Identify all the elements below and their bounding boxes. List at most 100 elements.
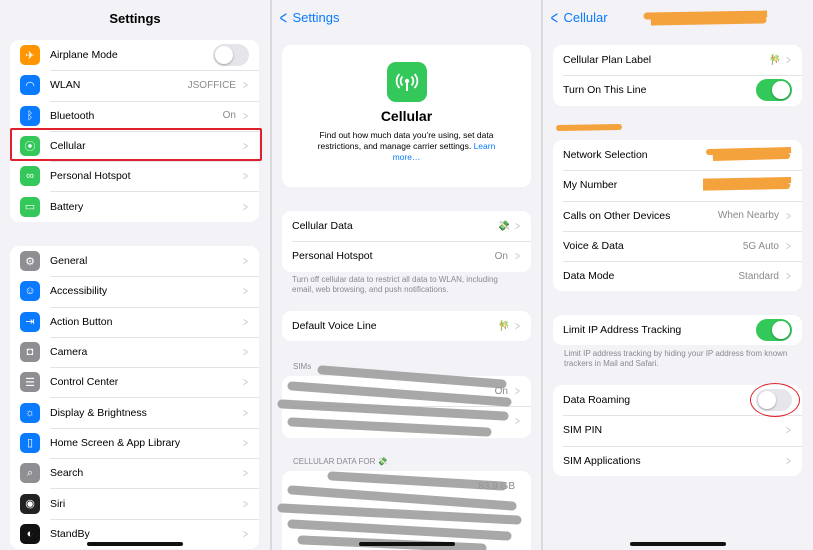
chevron-right-icon: >	[243, 405, 248, 420]
turn-on-line-label: Turn On This Line	[563, 84, 647, 97]
chevron-right-icon: >	[243, 345, 248, 360]
bluetooth-label: Bluetooth	[50, 109, 95, 122]
back-button[interactable]: < Settings	[278, 7, 340, 28]
chevron-right-icon: >	[786, 208, 791, 223]
chevron-right-icon: >	[243, 284, 248, 299]
roaming-highlight-circle	[750, 383, 800, 417]
airplane-label: Airplane Mode	[50, 49, 118, 62]
gear-icon: ⚙	[20, 251, 40, 272]
chevron-right-icon: >	[243, 199, 248, 214]
row-voice-data[interactable]: Voice & Data 5G Auto >	[553, 230, 802, 261]
turn-on-line-toggle[interactable]	[756, 79, 792, 102]
airplane-icon: ✈	[20, 45, 40, 66]
chevron-right-icon: >	[243, 254, 248, 269]
voice-data-label: Voice & Data	[563, 240, 624, 253]
chevron-right-icon: >	[243, 169, 248, 184]
settings-panel: Settings ✈ Airplane Mode ◠ WLAN JSOFFICE > ᛒ Bl…	[0, 0, 270, 550]
limit-ip-note: Limit IP address tracking by hiding your…	[564, 349, 788, 368]
general-group: ⚙ General > ☺ Accessibility > ⇥ Action Button > ◘…	[10, 246, 259, 549]
privacy-group: Limit IP Address Tracking	[553, 315, 802, 346]
camera-icon: ◘	[20, 342, 40, 363]
cellular-data-label: Cellular Data	[292, 220, 353, 233]
row-limit-ip-tracking[interactable]: Limit IP Address Tracking	[553, 315, 802, 345]
airplane-toggle[interactable]	[213, 44, 249, 67]
plan-group: Cellular Plan Label 🎋 > Turn On This Line	[553, 45, 802, 106]
chevron-right-icon: >	[243, 435, 248, 450]
row-airplane[interactable]: ✈ Airplane Mode	[10, 40, 259, 70]
row-calls-other-devices[interactable]: Calls on Other Devices When Nearby >	[553, 200, 802, 231]
row-battery[interactable]: ▭ Battery >	[10, 191, 259, 221]
action-button-label: Action Button	[50, 315, 113, 328]
settings-header: Settings	[0, 0, 270, 36]
row-siri[interactable]: ◉ Siri >	[10, 488, 259, 518]
chevron-right-icon: >	[515, 249, 520, 264]
row-hotspot[interactable]: ∞ Personal Hotspot >	[10, 161, 259, 191]
row-home-screen[interactable]: ▯ Home Screen & App Library >	[10, 427, 259, 458]
chevron-left-icon: <	[279, 7, 287, 28]
limit-ip-tracking-toggle[interactable]	[756, 319, 792, 342]
standby-label: StandBy	[50, 527, 90, 540]
phone-icon: ▯	[20, 432, 40, 453]
hero-title: Cellular	[380, 108, 433, 124]
default-voice-line-label: Default Voice Line	[292, 320, 377, 333]
row-control-center[interactable]: ☰ Control Center >	[10, 367, 259, 397]
row-sim-pin[interactable]: SIM PIN >	[553, 415, 802, 445]
row-sim-applications[interactable]: SIM Applications >	[553, 445, 802, 476]
row-wlan[interactable]: ◠ WLAN JSOFFICE >	[10, 70, 259, 100]
chevron-right-icon: >	[243, 108, 248, 123]
row-general[interactable]: ⚙ General >	[10, 246, 259, 276]
data-group: Cellular Data 💸 > Personal Hotspot On >	[282, 211, 531, 272]
voice-data-value: 5G Auto	[742, 240, 779, 252]
voice-line-group: Default Voice Line 🎋 >	[282, 311, 531, 342]
calls-other-devices-value: When Nearby	[717, 210, 779, 222]
chevron-right-icon: >	[243, 466, 248, 481]
link-icon: ∞	[20, 166, 40, 187]
action-icon: ⇥	[20, 311, 40, 332]
chevron-right-icon: >	[515, 319, 520, 334]
cellular-panel: < Settings Cellular Find out how much da…	[272, 0, 541, 550]
cellular-header: < Settings	[272, 0, 541, 36]
row-action-button[interactable]: ⇥ Action Button >	[10, 306, 259, 337]
carrier-emoji-icon: 🎋	[497, 320, 510, 332]
data-mode-label: Data Mode	[563, 270, 615, 283]
row-plan-label[interactable]: Cellular Plan Label 🎋 >	[553, 45, 802, 75]
sim-applications-label: SIM Applications	[563, 454, 641, 467]
accessibility-label: Accessibility	[50, 285, 108, 298]
standby-icon: ◐	[20, 523, 40, 544]
row-cellular-data[interactable]: Cellular Data 💸 >	[282, 211, 531, 241]
cellular-data-note: Turn off cellular data to restrict all d…	[292, 275, 498, 294]
search-label: Search	[50, 467, 84, 480]
search-icon: ⌕	[20, 463, 40, 484]
back-button[interactable]: < Cellular	[549, 9, 608, 27]
row-camera[interactable]: ◘ Camera >	[10, 336, 259, 367]
row-data-mode[interactable]: Data Mode Standard >	[553, 261, 802, 291]
wifi-icon: ◠	[20, 75, 40, 96]
row-turn-on-line[interactable]: Turn On This Line	[553, 75, 802, 105]
row-bluetooth[interactable]: ᛒ Bluetooth On >	[10, 100, 259, 131]
siri-icon: ◉	[20, 493, 40, 514]
siri-label: Siri	[50, 497, 66, 510]
redaction-scribble	[556, 124, 622, 131]
sim-pin-label: SIM PIN	[563, 424, 603, 437]
row-default-voice-line[interactable]: Default Voice Line 🎋 >	[282, 311, 531, 341]
camera-label: Camera	[50, 346, 88, 359]
cellular-highlight-box	[10, 128, 262, 161]
row-display[interactable]: ☼ Display & Brightness >	[10, 397, 259, 427]
chevron-right-icon: >	[786, 239, 791, 254]
switches-icon: ☰	[20, 372, 40, 393]
accessibility-icon: ☺	[20, 281, 40, 302]
home-screen-label: Home Screen & App Library	[50, 436, 181, 449]
sun-icon: ☼	[20, 402, 40, 423]
redaction-scribble	[703, 147, 792, 191]
hero-description: Find out how much data you’re using, set…	[317, 130, 496, 162]
chevron-right-icon: >	[243, 375, 248, 390]
personal-hotspot-value: On	[494, 250, 508, 262]
row-accessibility[interactable]: ☺ Accessibility >	[10, 276, 259, 306]
row-search[interactable]: ⌕ Search >	[10, 458, 259, 488]
wlan-value: JSOFFICE	[187, 79, 236, 91]
hotspot-label: Personal Hotspot	[50, 170, 131, 183]
row-personal-hotspot[interactable]: Personal Hotspot On >	[282, 241, 531, 271]
carrier-emoji-icon: 💸	[497, 220, 510, 232]
page-title: Settings	[109, 11, 161, 26]
antenna-icon	[386, 62, 427, 102]
